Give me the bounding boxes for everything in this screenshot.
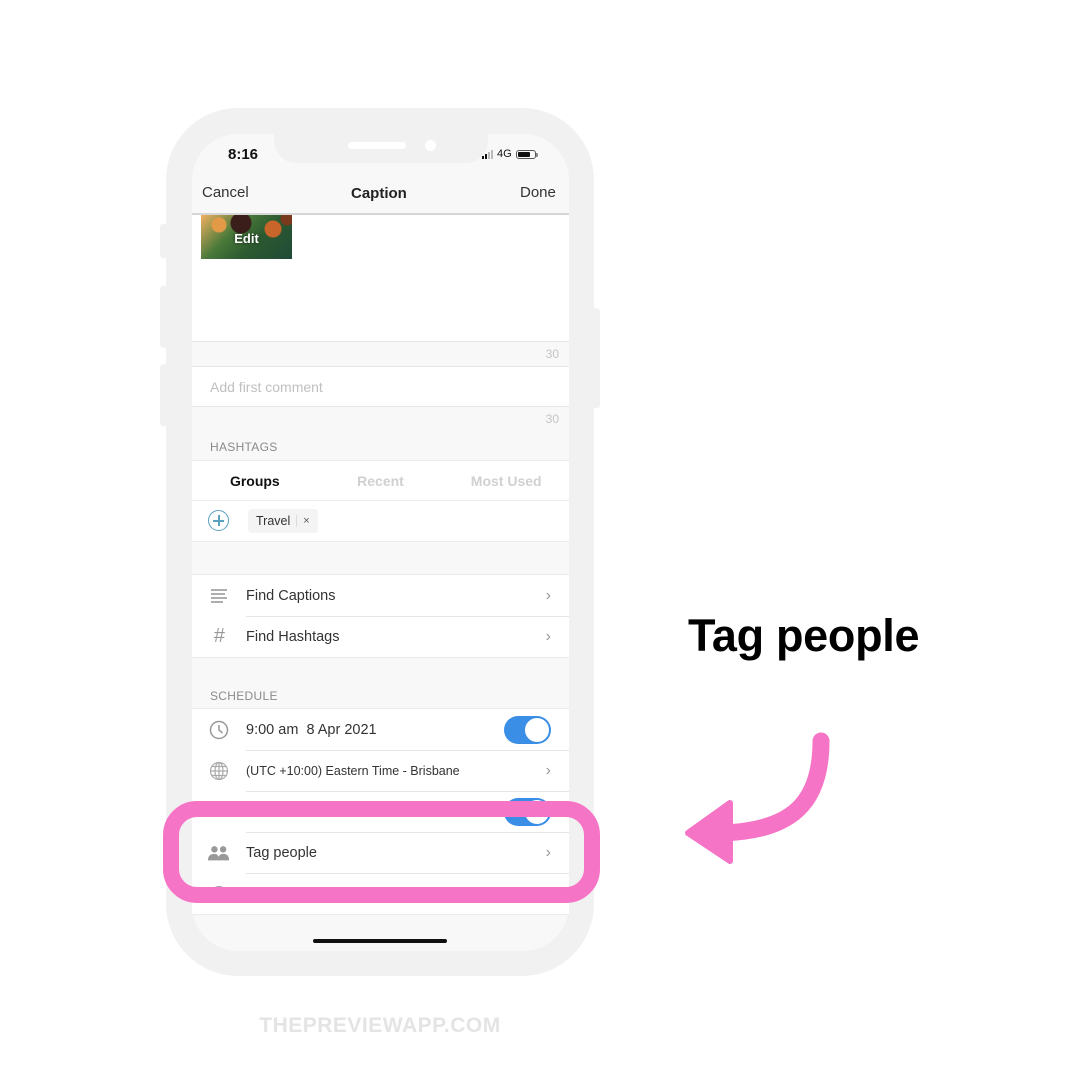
find-hashtags-label: Find Hashtags [246,628,340,645]
schedule-section-label: SCHEDULE [210,689,278,703]
tag-people-highlight [163,801,600,903]
lines-icon [208,585,230,607]
callout-title: Tag people [688,610,920,661]
chip-divider [296,515,298,527]
tab-recent[interactable]: Recent [318,461,444,500]
first-comment-field[interactable] [192,366,569,407]
find-captions-row[interactable]: Find Captions › [192,575,569,616]
footer-watermark: THEPREVIEWAPP.COM [259,1014,501,1037]
chevron-right-icon: › [545,761,551,779]
hashtags-section-label: HASHTAGS [210,440,278,454]
hashtag-tabs: Groups Recent Most Used [192,460,569,501]
caption-count-row: 30 [192,341,569,366]
done-button[interactable]: Done [520,184,556,201]
front-camera [425,140,436,151]
edit-thumbnail-label: Edit [234,231,259,246]
schedule-toggle[interactable] [504,715,551,744]
comment-char-count: 30 [545,412,559,426]
first-comment-input[interactable] [192,367,569,406]
schedule-datetime-row[interactable]: 9:00 am 8 Apr 2021 [192,709,569,750]
post-thumbnail[interactable]: Edit [201,215,292,259]
find-captions-label: Find Captions [246,587,336,604]
find-hashtags-row[interactable]: # Find Hashtags › [192,616,569,657]
caption-char-count: 30 [545,347,559,361]
hashtag-icon: # [213,625,225,647]
chip-label: Travel [256,514,291,528]
schedule-datetime-label: 9:00 am 8 Apr 2021 [246,721,377,738]
add-hashtag-group-icon[interactable] [208,510,229,531]
timezone-label: (UTC +10:00) Eastern Time - Brisbane [246,763,460,778]
speaker-grille [348,142,406,149]
tab-groups[interactable]: Groups [192,461,318,500]
battery-icon [515,149,538,159]
timezone-row[interactable]: (UTC +10:00) Eastern Time - Brisbane › [192,750,569,791]
home-indicator [313,939,447,943]
phone-volume-down [160,364,168,426]
phone-power-button [592,308,600,408]
globe-icon [208,760,230,782]
phone-mute-switch [160,224,168,258]
cancel-button[interactable]: Cancel [202,184,249,201]
network-label: 4G [497,148,512,160]
status-indicators: 4G [482,148,538,160]
remove-chip-icon[interactable]: × [303,515,309,527]
hashtag-group-row: Travel × [192,501,569,542]
clock-icon [208,719,230,741]
tools-list: Find Captions › # Find Hashtags › [192,574,569,658]
chevron-right-icon: › [545,586,551,604]
hashtag-group-chip[interactable]: Travel × [248,509,318,533]
curved-arrow-icon [685,732,830,864]
status-time: 8:16 [228,146,259,163]
page-title: Caption [351,185,407,202]
chevron-right-icon: › [545,627,551,645]
phone-volume-up [160,286,168,348]
tab-most-used[interactable]: Most Used [443,461,569,500]
